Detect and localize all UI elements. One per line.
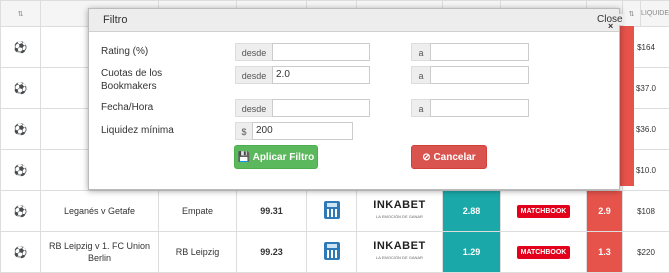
exchange-cell[interactable]: MATCHBOOK [501, 191, 587, 232]
rating-cell: 99.23 [237, 232, 307, 273]
rating-from-input[interactable] [272, 43, 370, 61]
soccer-ball-icon: ⚽ [1, 68, 41, 109]
filter-modal: Filtro Close × Rating (%) desde a Cuotas… [88, 8, 620, 190]
save-icon: 💾 [238, 152, 250, 163]
odds-to-addon: a [411, 66, 431, 84]
rating-to-addon: a [411, 43, 431, 61]
bookmaker-cell[interactable]: INKABETLA EMOCIÓN DE GANAR [357, 232, 443, 273]
market-cell: RB Leipzig [159, 232, 237, 273]
event-cell: Leganés v Getafe [41, 191, 159, 232]
modal-title: Filtro [103, 14, 127, 26]
soccer-ball-icon: ⚽ [1, 109, 41, 150]
calculator-cell[interactable] [307, 191, 357, 232]
date-to-addon: a [411, 99, 431, 117]
odds-to-input[interactable] [430, 66, 529, 84]
rating-cell: 99.31 [237, 191, 307, 232]
date-from-input[interactable] [272, 99, 370, 117]
currency-addon: $ [235, 122, 253, 140]
cancel-icon: ⊘ [422, 152, 430, 163]
calculator-icon[interactable] [324, 242, 340, 260]
liquidity-input[interactable]: 200 [252, 122, 353, 140]
modal-header: Filtro Close × [89, 9, 619, 32]
cancel-button[interactable]: ⊘ Cancelar [411, 145, 487, 169]
sort-icon[interactable]: ⇅ [1, 1, 41, 27]
odds-from-addon: desde [235, 66, 273, 84]
close-icon[interactable]: × [608, 21, 613, 31]
date-to-input[interactable] [430, 99, 529, 117]
table-row[interactable]: ⚽ RB Leipzig v 1. FC Union Berlin RB Lei… [1, 232, 669, 273]
inkabet-logo: INKABETLA EMOCIÓN DE GANAR [357, 241, 442, 263]
column-header-liquidity[interactable]: LIQUIDEZ [641, 1, 669, 27]
calculator-cell[interactable] [307, 232, 357, 273]
soccer-ball-icon: ⚽ [1, 191, 41, 232]
soccer-ball-icon: ⚽ [1, 27, 41, 68]
table-row[interactable]: ⚽ Leganés v Getafe Empate 99.31 INKABETL… [1, 191, 669, 232]
rating-label: Rating (%) [101, 45, 148, 58]
calculator-icon[interactable] [324, 201, 340, 219]
back-odds-cell[interactable]: 1.29 [443, 232, 501, 273]
back-odds-cell[interactable]: 2.88 [443, 191, 501, 232]
sort-icon[interactable]: ⇅ [623, 1, 641, 27]
market-cell: Empate [159, 191, 237, 232]
event-cell: RB Leipzig v 1. FC Union Berlin [41, 232, 159, 273]
lay-odds-cell[interactable]: 2.9 [587, 191, 623, 232]
inkabet-logo: INKABETLA EMOCIÓN DE GANAR [357, 200, 442, 222]
matchbook-logo: MATCHBOOK [517, 205, 571, 218]
date-from-addon: desde [235, 99, 273, 117]
matchbook-logo: MATCHBOOK [517, 246, 571, 259]
soccer-ball-icon: ⚽ [1, 232, 41, 273]
apply-filter-label: Aplicar Filtro [253, 152, 315, 163]
odds-label: Cuotas de los Bookmakers [101, 67, 211, 93]
liquidity-cell: $220 [623, 232, 669, 273]
rating-to-input[interactable] [430, 43, 529, 61]
rating-from-addon: desde [235, 43, 273, 61]
lay-odds-cell[interactable]: 1.3 [587, 232, 623, 273]
liquidity-label: Liquidez mínima [101, 124, 174, 137]
apply-filter-button[interactable]: 💾 Aplicar Filtro [234, 145, 318, 169]
cancel-label: Cancelar [433, 152, 475, 163]
date-label: Fecha/Hora [101, 101, 153, 114]
soccer-ball-icon: ⚽ [1, 150, 41, 191]
liquidity-cell: $108 [623, 191, 669, 232]
odds-from-input[interactable]: 2.0 [272, 66, 370, 84]
bookmaker-cell[interactable]: INKABETLA EMOCIÓN DE GANAR [357, 191, 443, 232]
exchange-cell[interactable]: MATCHBOOK [501, 232, 587, 273]
